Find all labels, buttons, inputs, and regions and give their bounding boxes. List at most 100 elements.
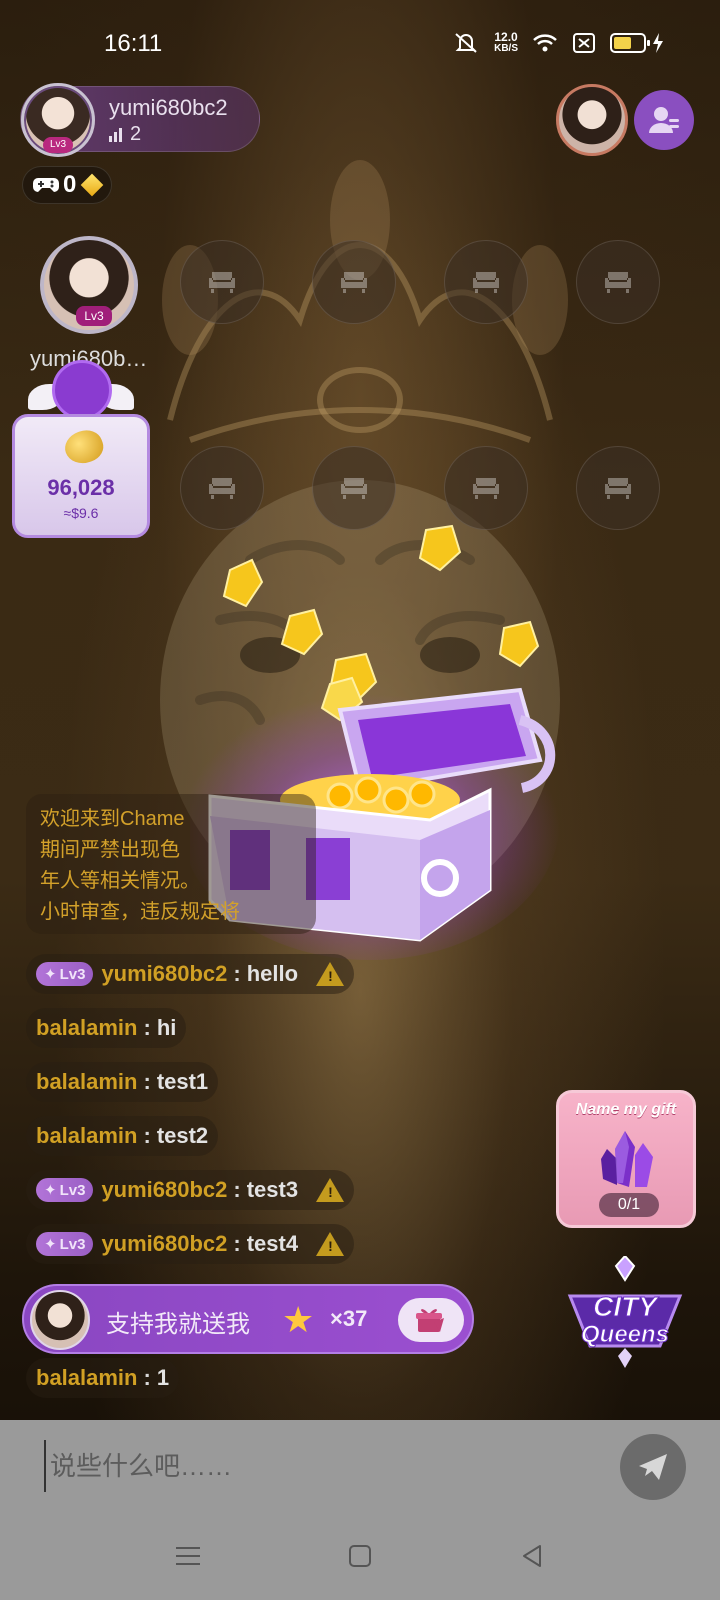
back-button[interactable]: [512, 1536, 552, 1576]
chat-message[interactable]: ✦ Lv3 yumi680bc2: test4 !: [26, 1224, 355, 1264]
welcome-system-message: 欢迎来到Chame 期间严禁出现色 年人等相关情况。 小时审查，违反规定将: [26, 794, 316, 934]
chat-separator: :: [143, 1015, 151, 1040]
mute-bell-icon: [455, 33, 477, 53]
top-viewer-avatar[interactable]: [556, 84, 628, 156]
network-speed: 12.0 KB/S: [494, 31, 518, 55]
sofa-icon: [605, 478, 631, 499]
welcome-line-3: 年人等相关情况。: [40, 870, 200, 892]
network-speed-unit: KB/S: [494, 43, 518, 54]
coin-box-value: 96,028: [47, 475, 115, 500]
chat-username[interactable]: balalamin: [36, 1015, 137, 1041]
chat-username[interactable]: balalamin: [36, 1123, 137, 1149]
chat-username[interactable]: yumi680bc2: [101, 961, 227, 987]
send-icon: [639, 1454, 667, 1480]
city-queens-line2: Queens: [581, 1321, 669, 1348]
sofa-icon: [341, 272, 367, 293]
sparkle-icon: ✦: [44, 1182, 57, 1199]
host-info-card[interactable]: Lv3 yumi680bc2 2: [20, 83, 260, 157]
empty-seat-5[interactable]: [180, 446, 264, 530]
sparkle-icon: ✦: [44, 1236, 57, 1253]
coin-box-widget[interactable]: 96,028 ≈$9.6: [12, 414, 150, 538]
chat-separator: :: [233, 1177, 241, 1202]
chat-text: test1: [156, 1069, 209, 1094]
chat-separator: :: [143, 1069, 151, 1094]
chat-message[interactable]: balalamin: test2: [26, 1116, 219, 1156]
warning-icon[interactable]: !: [316, 962, 345, 986]
user-level-badge: ✦ Lv3: [36, 1232, 94, 1256]
chat-separator: :: [143, 1123, 151, 1148]
gamepad-icon: [33, 178, 59, 192]
support-gift-count: ×37: [330, 1306, 368, 1331]
chat-text: test4: [246, 1231, 299, 1256]
empty-seat-4[interactable]: [576, 240, 660, 324]
signal-bars-icon: [109, 127, 122, 142]
audience-count-value: 2: [130, 123, 142, 145]
online-users-button[interactable]: [634, 90, 694, 150]
user-level-label: Lv3: [59, 1181, 86, 1199]
chat-username[interactable]: balalamin: [36, 1365, 137, 1391]
chat-separator: :: [143, 1365, 151, 1390]
status-icons: 12.0 KB/S: [452, 30, 664, 56]
system-navigation-bar: [0, 1512, 720, 1600]
host-level-badge: Lv3: [43, 137, 73, 153]
sofa-icon: [209, 272, 235, 293]
chat-input-bar: [0, 1420, 720, 1512]
owner-seat-avatar[interactable]: Lv3: [40, 236, 138, 334]
chat-message[interactable]: balalamin:1: [26, 1358, 180, 1398]
status-time: 16:11: [104, 30, 163, 57]
host-name: yumi680bc2: [109, 95, 228, 120]
user-level-label: Lv3: [59, 1235, 86, 1253]
crystal-icon: [601, 1131, 653, 1187]
diamond-icon: [81, 173, 104, 197]
user-level-badge: ✦ Lv3: [36, 1178, 94, 1202]
menu-icon: [176, 1547, 200, 1565]
chat-message[interactable]: ✦ Lv3 yumi680bc2: hello !: [26, 954, 355, 994]
status-bar: 16:11 12.0 KB/S: [0, 0, 720, 90]
send-gift-button[interactable]: [398, 1298, 464, 1342]
city-queens-logo[interactable]: CITY Queens: [560, 1256, 690, 1376]
gamepad-count: 0: [63, 171, 77, 198]
battery-icon: [610, 33, 650, 53]
empty-seat-8[interactable]: [576, 446, 660, 530]
user-level-label: Lv3: [59, 965, 86, 983]
chat-separator: :: [233, 1231, 241, 1256]
home-square-icon: [349, 1545, 371, 1567]
welcome-line-1: 欢迎来到Chame: [40, 808, 185, 830]
sofa-icon: [341, 478, 367, 499]
name-my-gift-widget[interactable]: Name my gift 0/1: [556, 1090, 696, 1228]
sparkle-icon: ✦: [44, 966, 57, 983]
chat-username[interactable]: balalamin: [36, 1069, 137, 1095]
chat-username[interactable]: yumi680bc2: [101, 1177, 227, 1203]
menu-button[interactable]: [168, 1536, 208, 1576]
game-diamond-pill[interactable]: 0: [22, 166, 112, 204]
chat-text: hi: [156, 1015, 177, 1040]
coin-box-usd: ≈$9.6: [63, 505, 99, 521]
warning-icon[interactable]: !: [316, 1178, 345, 1202]
support-gift-banner[interactable]: 支持我就送我 ★ ×37: [22, 1284, 474, 1354]
mascot-icon: [52, 360, 112, 420]
sofa-icon: [605, 272, 631, 293]
no-sim-icon: [573, 33, 595, 53]
empty-seat-6[interactable]: [312, 446, 396, 530]
chat-message[interactable]: ✦ Lv3 yumi680bc2: test3 !: [26, 1170, 355, 1210]
welcome-line-4: 小时审查，违反规定将: [40, 901, 240, 923]
chat-input[interactable]: [44, 1440, 584, 1492]
chat-text: 1: [156, 1365, 170, 1390]
send-button[interactable]: [620, 1434, 686, 1500]
users-icon: [649, 107, 679, 133]
gold-bean-icon: [60, 425, 108, 469]
chat-message[interactable]: balalamin: test1: [26, 1062, 219, 1102]
empty-seat-1[interactable]: [180, 240, 264, 324]
gift-box-icon: [416, 1309, 444, 1332]
support-avatar[interactable]: [30, 1290, 90, 1350]
chat-message[interactable]: balalamin: hi: [26, 1008, 187, 1048]
empty-seat-7[interactable]: [444, 446, 528, 530]
audience-count: 2: [109, 123, 141, 146]
home-button[interactable]: [340, 1536, 380, 1576]
chat-username[interactable]: yumi680bc2: [101, 1231, 227, 1257]
empty-seat-2[interactable]: [312, 240, 396, 324]
empty-seat-3[interactable]: [444, 240, 528, 324]
sofa-icon: [209, 478, 235, 499]
city-queens-line1: CITY: [593, 1291, 659, 1322]
warning-icon[interactable]: !: [316, 1232, 345, 1256]
